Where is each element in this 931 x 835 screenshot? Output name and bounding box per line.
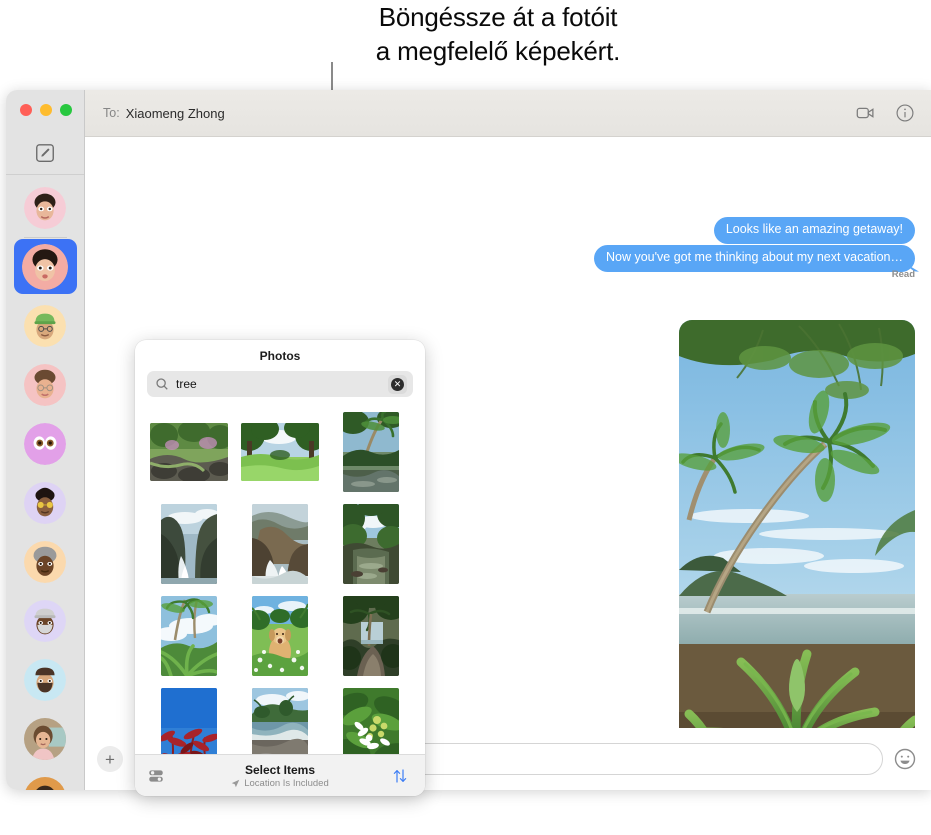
screenshot-root: Böngéssze át a fotóit a megfelelő képeké…	[0, 0, 931, 835]
photo-cell	[343, 688, 400, 754]
photo-green-meadow-trees[interactable]	[240, 423, 319, 481]
photo-sea-stack-surf[interactable]	[251, 504, 308, 584]
photo-dog-in-flowers[interactable]	[251, 596, 308, 676]
message-bubble[interactable]: Looks like an amazing getaway!	[713, 217, 915, 244]
sidebar-divider	[6, 174, 84, 175]
conversation-titlebar: To: Xiaomeng Zhong	[85, 90, 931, 137]
message-status: Read	[891, 269, 915, 280]
recipient-name: Xiaomeng Zhong	[125, 105, 225, 121]
location-label: Location Is Included	[244, 777, 329, 789]
photo-palms-blue-sky[interactable]	[160, 596, 217, 676]
avatar	[24, 717, 66, 760]
conversation-list	[6, 178, 84, 790]
sidebar-item-conversation-9[interactable]	[6, 650, 84, 709]
photo-cell	[160, 688, 217, 754]
search-container: tree ✕	[135, 371, 425, 406]
avatar	[24, 658, 66, 701]
sidebar-item-conversation-5[interactable]	[6, 414, 84, 473]
location-arrow-icon	[231, 779, 240, 788]
sidebar-item-conversation-7[interactable]	[6, 532, 84, 591]
avatar	[24, 540, 66, 583]
sidebar-item-conversation-1[interactable]	[6, 178, 84, 237]
list-separator	[24, 237, 67, 238]
plus-icon[interactable]: +	[97, 746, 123, 772]
photo-cell	[251, 688, 308, 754]
photo-palm-path-ocean[interactable]	[343, 596, 400, 676]
photo-red-leaves-sky[interactable]	[160, 688, 217, 754]
callout-text: Böngéssze át a fotóit a megfelelő képeké…	[333, 0, 663, 69]
photo-rocky-coast-cliffs[interactable]	[160, 504, 217, 584]
photo-cell	[343, 504, 400, 584]
zoom-button[interactable]	[60, 104, 72, 116]
photo-cell	[149, 423, 228, 481]
to-label: To:	[103, 106, 120, 120]
message-text: Now you've got me thinking about my next…	[606, 250, 903, 264]
sidebar-item-conversation-4[interactable]	[6, 355, 84, 414]
callout-line-2: a megfelelő képekért.	[375, 36, 621, 67]
video-camera-icon[interactable]	[855, 102, 877, 124]
compose-icon[interactable]	[34, 142, 56, 164]
avatar	[24, 776, 66, 790]
conversations-sidebar	[6, 90, 85, 790]
popover-title: Photos	[259, 349, 301, 363]
photo-white-blossoms[interactable]	[343, 688, 400, 754]
footer-center: Select Items Location Is Included	[169, 763, 391, 789]
select-items-label: Select Items	[244, 762, 316, 777]
photo-cell	[240, 423, 319, 481]
clear-glyph: ✕	[391, 377, 404, 391]
clear-circle-icon[interactable]: ✕	[388, 374, 407, 394]
photos-popover: Photos tree ✕ Select Items Location Is I…	[135, 340, 425, 796]
photo-cell	[343, 412, 400, 492]
avatar	[24, 304, 66, 347]
library-layout-icon[interactable]	[147, 767, 169, 785]
photo-cell	[251, 596, 308, 676]
photo-palm-over-river[interactable]	[343, 412, 400, 492]
avatar	[22, 243, 68, 290]
location-line: Location Is Included	[169, 778, 391, 789]
search-icon	[155, 377, 169, 391]
minimize-button[interactable]	[40, 104, 52, 116]
avatar	[24, 186, 66, 229]
avatar	[24, 599, 66, 642]
callout-line-1: Böngéssze át a fotóit	[378, 2, 618, 32]
avatar	[24, 481, 66, 524]
sidebar-item-conversation-8[interactable]	[6, 591, 84, 650]
sidebar-item-conversation-3[interactable]	[6, 296, 84, 355]
sidebar-item-conversation-10[interactable]	[6, 709, 84, 768]
photo-cell	[251, 504, 308, 584]
sidebar-item-conversation-2[interactable]	[6, 237, 84, 296]
info-circle-icon[interactable]	[895, 103, 915, 123]
popover-footer: Select Items Location Is Included	[135, 754, 425, 796]
sort-arrows-icon[interactable]	[391, 767, 413, 785]
photo-cell	[160, 596, 217, 676]
message-text: Looks like an amazing getaway!	[725, 222, 903, 236]
sidebar-item-conversation-6[interactable]	[6, 473, 84, 532]
window-controls	[20, 104, 72, 116]
search-input[interactable]: tree ✕	[147, 371, 413, 397]
photo-beach-shoreline[interactable]	[251, 688, 308, 754]
smiley-icon[interactable]	[893, 747, 917, 771]
photo-cell	[343, 596, 400, 676]
avatar	[24, 363, 66, 406]
photos-grid	[135, 406, 425, 754]
search-value: tree	[176, 377, 197, 391]
photo-cell	[160, 504, 217, 584]
avatar	[24, 422, 66, 465]
close-button[interactable]	[20, 104, 32, 116]
tropical-beach-photo[interactable]	[679, 320, 915, 772]
sidebar-item-conversation-11[interactable]	[6, 768, 84, 790]
photo-jungle-river[interactable]	[343, 504, 400, 584]
photo-mossy-rocks-forest[interactable]	[149, 423, 228, 481]
message-bubble[interactable]: Now you've got me thinking about my next…	[594, 245, 915, 272]
